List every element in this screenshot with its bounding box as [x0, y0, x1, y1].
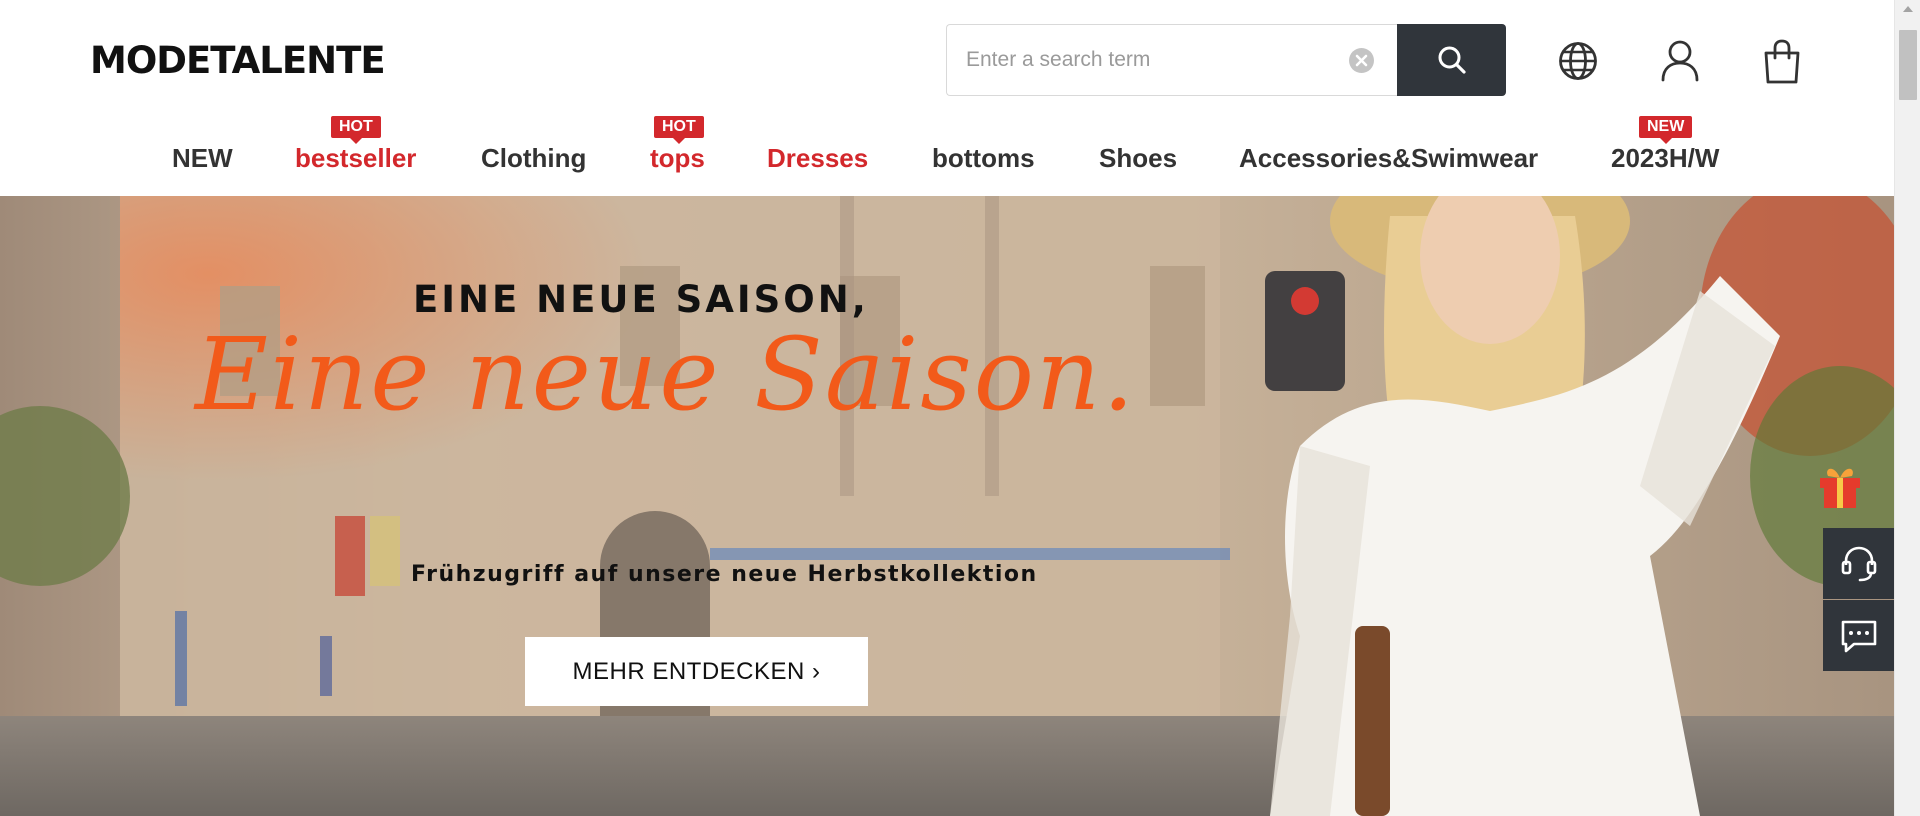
nav-item-bestseller[interactable]: bestseller — [295, 142, 416, 174]
hot-badge: HOT — [331, 116, 381, 144]
search-bar — [946, 24, 1506, 96]
main-navigation: NEW HOT bestseller Clothing HOT tops Dre… — [0, 110, 1894, 196]
customer-service-button[interactable] — [1823, 528, 1894, 599]
hero-background-image — [0, 196, 1894, 816]
scrollbar-thumb[interactable] — [1899, 30, 1917, 100]
discover-more-button[interactable]: MEHR ENTDECKEN › — [525, 637, 868, 706]
gift-icon[interactable] — [1816, 460, 1864, 510]
nav-item-tops[interactable]: tops — [650, 142, 705, 174]
site-header: MODETALENTE NEW HOT bestseller Clothing … — [0, 0, 1894, 196]
globe-icon[interactable] — [1556, 38, 1600, 84]
search-button[interactable] — [1397, 24, 1506, 96]
clear-icon[interactable] — [1349, 48, 1374, 73]
hero-headline: EINE NEUE SAISON, — [413, 278, 869, 321]
customer-service-icon — [1841, 546, 1877, 582]
hero-subtitle: Frühzugriff auf unsere neue Herbstkollek… — [411, 562, 1038, 587]
hot-badge: HOT — [654, 116, 704, 144]
scroll-up-arrow-icon[interactable] — [1903, 6, 1913, 12]
chat-button[interactable] — [1823, 600, 1894, 671]
search-input[interactable] — [946, 24, 1398, 96]
hero-banner[interactable]: Eine neue Saison. EINE NEUE SAISON, Früh… — [0, 196, 1894, 816]
nav-item-accessories-swimwear[interactable]: Accessories&Swimwear — [1239, 142, 1538, 174]
search-icon — [1438, 46, 1466, 74]
nav-item-dresses[interactable]: Dresses — [767, 142, 868, 174]
nav-item-new[interactable]: NEW — [172, 142, 233, 174]
page-scrollbar[interactable] — [1894, 0, 1920, 816]
account-icon[interactable] — [1658, 38, 1702, 84]
hero-script-title: Eine neue Saison. — [195, 316, 1137, 433]
nav-item-clothing[interactable]: Clothing — [481, 142, 586, 174]
site-logo[interactable]: MODETALENTE — [90, 38, 386, 84]
nav-item-bottoms[interactable]: bottoms — [932, 142, 1035, 174]
chat-icon — [1841, 620, 1877, 653]
shopping-bag-icon[interactable] — [1760, 38, 1804, 84]
new-badge: NEW — [1639, 116, 1693, 144]
nav-item-shoes[interactable]: Shoes — [1099, 142, 1177, 174]
nav-item-2023hw[interactable]: 2023H/W — [1611, 142, 1719, 174]
